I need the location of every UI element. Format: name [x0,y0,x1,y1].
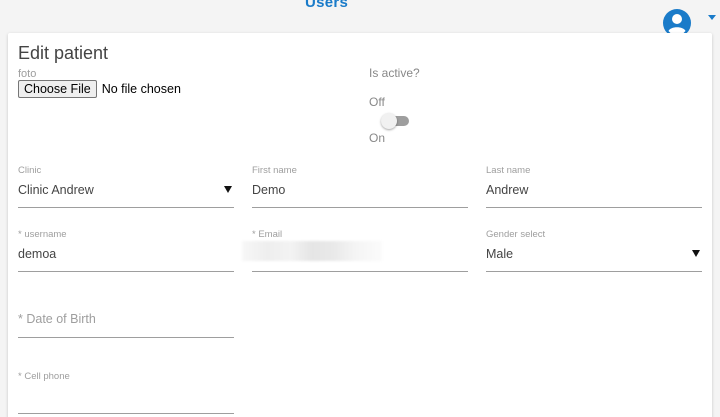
gender-value[interactable]: Male [486,247,513,261]
form-title: Edit patient [18,43,109,63]
first-name-label: First name [252,165,297,176]
clinic-select[interactable]: Clinic Clinic Andrew [18,165,234,209]
username-value[interactable]: demoa [18,247,56,261]
top-bar: Users [0,0,720,37]
last-name-field[interactable]: Last name Andrew [486,165,702,209]
is-active-toggle[interactable] [381,113,409,129]
choose-file-button[interactable]: Choose File [18,80,97,98]
first-name-underline [252,207,468,208]
clinic-underline [18,207,234,208]
email-underline [252,271,468,272]
caret-down-icon[interactable] [708,15,716,20]
username-label: * username [18,229,67,240]
date-of-birth-placeholder[interactable]: * Date of Birth [18,312,96,326]
username-underline [18,271,234,272]
toggle-on-label: On [369,131,386,145]
last-name-label: Last name [486,165,531,176]
is-active-label: Is active? [369,66,420,80]
gender-label: Gender select [486,229,546,240]
gender-underline [486,271,702,272]
email-field[interactable]: * Email [242,229,468,273]
last-name-value[interactable]: Andrew [486,183,528,197]
cell-phone-field[interactable]: * Cell phone [18,371,234,415]
email-redacted-value[interactable] [242,241,382,261]
gender-caret-icon[interactable] [692,250,700,257]
username-field[interactable]: * username demoa [18,229,234,273]
file-status-text: No file chosen [101,82,181,96]
cell-phone-label: * Cell phone [18,371,70,382]
clinic-value[interactable]: Clinic Andrew [18,183,94,197]
cell-phone-underline [18,413,234,414]
edit-patient-card: Edit patient foto Choose File No file ch… [8,33,712,417]
date-of-birth-field[interactable]: * Date of Birth [18,295,234,339]
first-name-field[interactable]: First name Demo [252,165,468,209]
toggle-off-label: Off [369,95,385,109]
last-name-underline [486,207,702,208]
toggle-thumb[interactable] [381,113,397,129]
date-of-birth-underline [18,337,234,338]
first-name-value[interactable]: Demo [252,183,285,197]
page-title: Users [305,0,349,11]
email-label: * Email [252,229,283,240]
clinic-label: Clinic [18,165,42,176]
foto-label: foto [18,68,37,80]
clinic-caret-icon[interactable] [224,186,232,193]
file-input[interactable]: Choose File No file chosen [18,80,181,98]
page: Users Edit patient foto Choose File No f… [0,0,720,417]
gender-select[interactable]: Gender select Male [486,229,702,273]
